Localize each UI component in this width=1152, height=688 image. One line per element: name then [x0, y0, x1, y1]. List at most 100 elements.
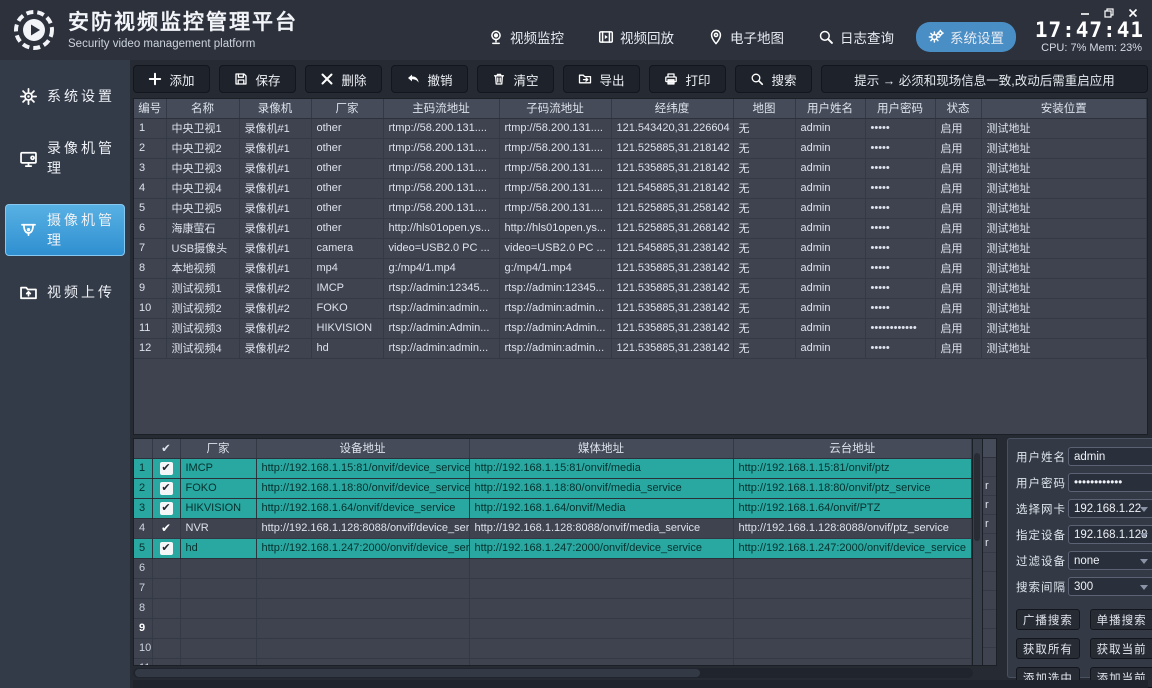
- table-row[interactable]: 7USB摄像头录像机#1cameravideo=USB2.0 PC ...vid…: [134, 238, 1147, 258]
- panel-button-获取所有[interactable]: 获取所有: [1016, 638, 1080, 659]
- table-cell: admin: [795, 118, 865, 138]
- network-card-select[interactable]: 192.168.1.22: [1068, 499, 1152, 518]
- target-device-select[interactable]: 192.168.1.128: [1068, 525, 1152, 544]
- table-cell: video=USB2.0 PC ...: [383, 238, 499, 258]
- table-row[interactable]: 10测试视频2录像机#2FOKOrtsp://admin:admin...rts…: [134, 298, 1147, 318]
- table-row[interactable]: 11测试视频3录像机#2HIKVISIONrtsp://admin:Admin.…: [134, 318, 1147, 338]
- nav-item-日志查询[interactable]: 日志查询: [806, 22, 906, 52]
- table-row[interactable]: 3中央卫视3录像机#1otherrtmp://58.200.131....rtm…: [134, 158, 1147, 178]
- table-cell: [733, 578, 972, 598]
- table-row[interactable]: 5中央卫视5录像机#1otherrtmp://58.200.131....rtm…: [134, 198, 1147, 218]
- checkbox[interactable]: ✔: [160, 542, 173, 555]
- device-table-row[interactable]: 8: [134, 598, 972, 618]
- device-table-row[interactable]: 11: [134, 658, 972, 666]
- panel-button-获取当前[interactable]: 获取当前: [1090, 638, 1152, 659]
- checkbox[interactable]: ✔: [160, 462, 173, 475]
- panel-button-单播搜索[interactable]: 单播搜索: [1090, 609, 1152, 630]
- device-table-vertical-scrollbar[interactable]: [973, 438, 983, 666]
- device-table-row[interactable]: 7: [134, 578, 972, 598]
- table-cell: •••••: [865, 138, 935, 158]
- device-table-row[interactable]: 9: [134, 618, 972, 638]
- sidebar-item-录像机管理[interactable]: 录像机管理: [5, 132, 125, 184]
- restore-icon[interactable]: [1104, 8, 1114, 18]
- sidebar-item-系统设置[interactable]: 系统设置: [5, 80, 125, 112]
- table-cell: [180, 578, 256, 598]
- device-table: ✔厂家设备地址媒体地址云台地址 1✔IMCPhttp://192.168.1.1…: [134, 439, 972, 666]
- table-cell: admin: [795, 138, 865, 158]
- toolbar-button-搜索[interactable]: 搜索: [735, 65, 812, 93]
- toolbar-button-添加[interactable]: 添加: [133, 65, 210, 93]
- vertical-scrollbar-thumb[interactable]: [974, 453, 980, 541]
- password-field[interactable]: ••••••••••••: [1068, 473, 1152, 492]
- table-cell: 测试地址: [981, 278, 1147, 298]
- sidebar-item-视频上传[interactable]: 视频上传: [5, 276, 125, 308]
- top-navigation: 视频监控视频回放电子地图日志查询系统设置: [476, 22, 1016, 52]
- table-cell: [180, 618, 256, 638]
- table-cell: 中央卫视5: [166, 198, 239, 218]
- filter-device-select[interactable]: none: [1068, 551, 1152, 570]
- table-cell: http://192.168.1.15:81/onvif/device_serv…: [256, 458, 469, 478]
- table-cell: rtsp://admin:admin...: [499, 298, 611, 318]
- table-row[interactable]: 8本地视频录像机#1mp4g:/mp4/1.mp4g:/mp4/1.mp4121…: [134, 258, 1147, 278]
- table-row[interactable]: 6海康萤石录像机#1otherhttp://hls01open.ys...htt…: [134, 218, 1147, 238]
- table-cell: 无: [733, 278, 795, 298]
- table-cell: [469, 578, 733, 598]
- device-table-row[interactable]: 2✔FOKOhttp://192.168.1.18:80/onvif/devic…: [134, 478, 972, 498]
- table-cell: 启用: [935, 318, 981, 338]
- device-table-row[interactable]: 5✔hdhttp://192.168.1.247:2000/onvif/devi…: [134, 538, 972, 558]
- field-value: 192.168.1.22: [1074, 503, 1141, 515]
- table-cell: [469, 658, 733, 666]
- table-cell: 录像机#1: [239, 178, 311, 198]
- nav-item-系统设置[interactable]: 系统设置: [916, 22, 1016, 52]
- check-icon[interactable]: ✔: [161, 521, 171, 535]
- table-cell: 121.535885,31.238142: [611, 278, 733, 298]
- device-search-area: ✔厂家设备地址媒体地址云台地址 1✔IMCPhttp://192.168.1.1…: [133, 438, 999, 678]
- table-row[interactable]: 12测试视频4录像机#2hdrtsp://admin:admin...rtsp:…: [134, 338, 1147, 358]
- table-cell: [256, 638, 469, 658]
- toolbar-button-导出[interactable]: 导出: [563, 65, 640, 93]
- toolbar-button-清空[interactable]: 清空: [477, 65, 554, 93]
- device-table-row[interactable]: 1✔IMCPhttp://192.168.1.15:81/onvif/devic…: [134, 458, 972, 478]
- toolbar-button-删除[interactable]: 删除: [305, 65, 382, 93]
- column-header: 厂家: [311, 99, 383, 118]
- toolbar-button-打印[interactable]: 打印: [649, 65, 726, 93]
- clipped-cell: r: [983, 515, 996, 534]
- sidebar-item-摄像机管理[interactable]: 摄像机管理: [5, 204, 125, 256]
- device-table-row[interactable]: 6: [134, 558, 972, 578]
- table-cell: 无: [733, 218, 795, 238]
- nav-item-电子地图[interactable]: 电子地图: [696, 22, 796, 52]
- toolbar-button-保存[interactable]: 保存: [219, 65, 296, 93]
- row-number: 4: [134, 518, 152, 538]
- device-table-horizontal-scrollbar[interactable]: [133, 668, 973, 678]
- toolbar-button-撤销[interactable]: 撤销: [391, 65, 468, 93]
- device-table-row[interactable]: 3✔HIKVISIONhttp://192.168.1.64/onvif/dev…: [134, 498, 972, 518]
- titlebar: 安防视频监控管理平台 Security video management pla…: [0, 0, 1152, 60]
- close-icon[interactable]: [1128, 8, 1138, 18]
- device-table-row[interactable]: 10: [134, 638, 972, 658]
- clipped-cell: [983, 591, 996, 610]
- table-cell: 测试地址: [981, 258, 1147, 278]
- nav-item-视频回放[interactable]: 视频回放: [586, 22, 686, 52]
- search-interval-select[interactable]: 300: [1068, 577, 1152, 596]
- table-cell: 无: [733, 178, 795, 198]
- export-icon: [578, 72, 592, 86]
- table-row[interactable]: 9测试视频1录像机#2IMCPrtsp://admin:12345...rtsp…: [134, 278, 1147, 298]
- checkbox[interactable]: ✔: [160, 502, 173, 515]
- table-cell: 121.525885,31.218142: [611, 138, 733, 158]
- minimize-icon[interactable]: [1080, 8, 1090, 18]
- table-cell: 测试视频1: [166, 278, 239, 298]
- table-row[interactable]: 1中央卫视1录像机#1otherrtmp://58.200.131....rtm…: [134, 118, 1147, 138]
- device-table-row[interactable]: 4✔NVRhttp://192.168.1.128:8088/onvif/dev…: [134, 518, 972, 538]
- table-cell: •••••: [865, 258, 935, 278]
- horizontal-scrollbar-thumb[interactable]: [135, 669, 700, 677]
- map-icon: [708, 29, 724, 45]
- onvif-search-panel: 用户姓名admin用户密码••••••••••••选择网卡192.168.1.2…: [1007, 438, 1152, 678]
- table-cell: •••••: [865, 118, 935, 138]
- panel-button-广播搜索[interactable]: 广播搜索: [1016, 609, 1080, 630]
- nav-item-视频监控[interactable]: 视频监控: [476, 22, 576, 52]
- table-row[interactable]: 2中央卫视2录像机#1otherrtmp://58.200.131....rtm…: [134, 138, 1147, 158]
- username-field[interactable]: admin: [1068, 447, 1152, 466]
- table-row[interactable]: 4中央卫视4录像机#1otherrtmp://58.200.131....rtm…: [134, 178, 1147, 198]
- checkbox[interactable]: ✔: [160, 482, 173, 495]
- table-cell: [180, 598, 256, 618]
